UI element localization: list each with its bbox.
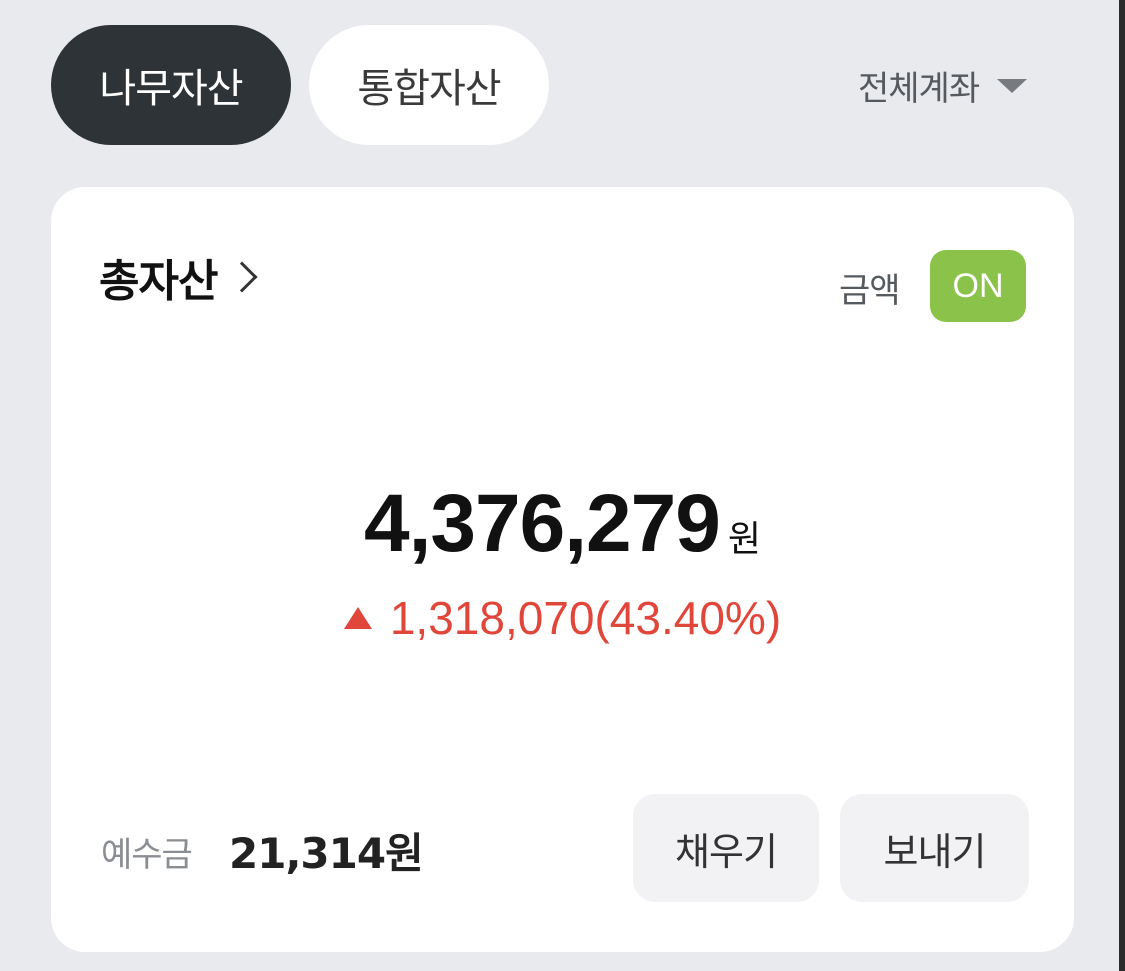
total-assets-card: 총자산 금액 ON 4,376,279 원 1,318,070(43.40%) … [51,187,1074,952]
total-amount-value: 4,376,279 [364,478,721,569]
chevron-right-icon [226,261,259,293]
total-amount-unit: 원 [727,519,761,560]
account-select-label: 전체계좌 [858,68,980,109]
profit-change: 1,318,070(43.40%) [51,591,1074,645]
deposit-value: 21,314원 [229,829,424,878]
send-button[interactable]: 보내기 [840,794,1029,902]
asset-page: 나무자산 통합자산 전체계좌 총자산 금액 ON 4,376,279 원 1,3… [0,0,1125,971]
total-amount: 4,376,279 원 [51,477,1074,571]
triangle-up-icon [343,607,372,629]
tab-namu-assets[interactable]: 나무자산 [51,25,291,145]
fill-button[interactable]: 채우기 [633,794,819,902]
caret-down-icon [997,79,1028,93]
screen-edge [1119,0,1125,971]
amount-visibility-toggle[interactable]: ON [930,250,1026,322]
deposit-label: 예수금 [101,835,193,875]
total-assets-title: 총자산 [99,256,218,307]
profit-change-text: 1,318,070(43.40%) [389,592,782,644]
tab-integrated-assets[interactable]: 통합자산 [309,25,549,145]
amount-toggle-label: 금액 [839,271,901,311]
account-select-dropdown[interactable]: 전체계좌 [858,60,1028,110]
total-assets-link[interactable]: 총자산 [99,245,259,309]
